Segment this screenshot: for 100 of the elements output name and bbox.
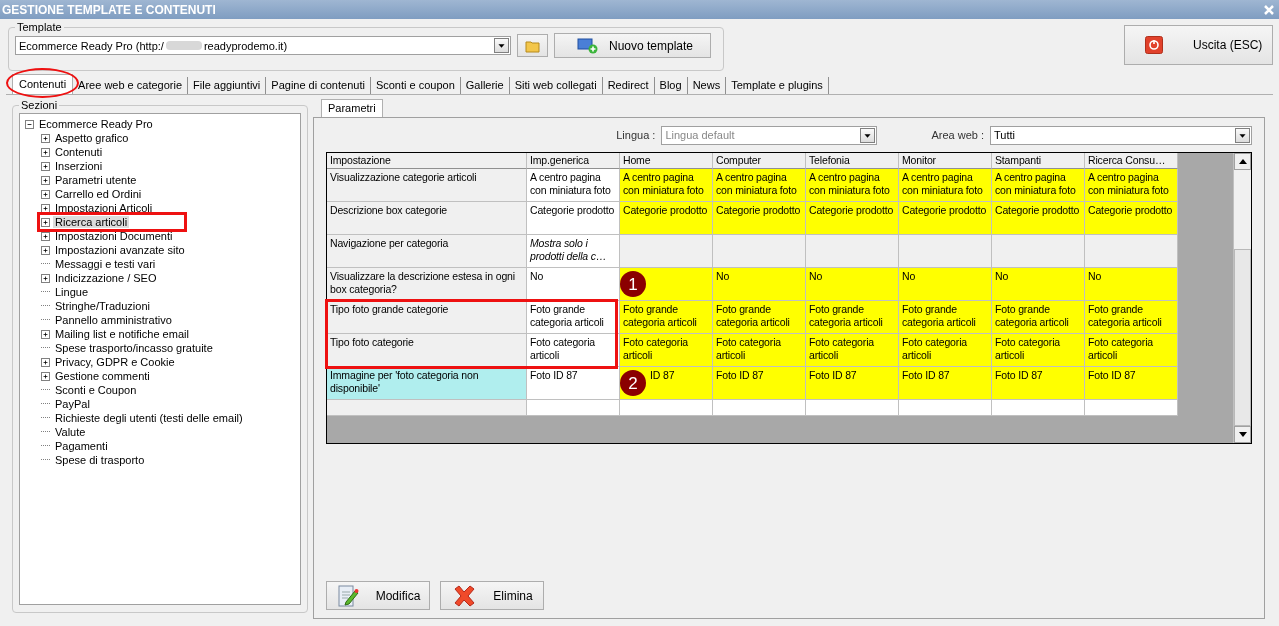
table-cell[interactable] bbox=[527, 400, 620, 416]
scrollbar[interactable] bbox=[1233, 153, 1251, 443]
table-cell[interactable] bbox=[899, 235, 992, 268]
expand-icon[interactable] bbox=[41, 371, 50, 381]
tree-item[interactable]: Gestione commenti bbox=[53, 370, 152, 382]
table-cell[interactable]: No bbox=[899, 268, 992, 301]
close-icon[interactable] bbox=[1263, 3, 1275, 16]
tree-item[interactable]: Pagamenti bbox=[53, 440, 110, 452]
table-cell[interactable] bbox=[1085, 400, 1178, 416]
setting-cell[interactable]: Tipo foto categorie bbox=[327, 334, 527, 367]
expand-icon[interactable] bbox=[41, 357, 50, 367]
table-cell[interactable]: Foto categoria articoli bbox=[713, 334, 806, 367]
column-header[interactable]: Home bbox=[620, 153, 713, 169]
tree-item[interactable]: Parametri utente bbox=[53, 174, 139, 186]
tree-item[interactable]: PayPal bbox=[53, 398, 92, 410]
table-cell[interactable]: Foto ID 87 bbox=[527, 367, 620, 400]
new-template-button[interactable]: Nuovo template bbox=[554, 33, 711, 58]
expand-icon[interactable] bbox=[41, 147, 50, 157]
expand-icon[interactable] bbox=[41, 245, 50, 255]
tree-item[interactable]: Impostazioni Articoli bbox=[53, 202, 155, 214]
table-cell[interactable]: 1 bbox=[620, 268, 713, 301]
table-cell[interactable] bbox=[1085, 235, 1178, 268]
dropdown-button[interactable] bbox=[1235, 127, 1250, 143]
table-cell[interactable]: Mostra solo i prodotti della c… bbox=[527, 235, 620, 268]
table-cell[interactable] bbox=[713, 235, 806, 268]
table-cell[interactable]: Foto categoria articoli bbox=[620, 334, 713, 367]
tree-item[interactable]: Valute bbox=[53, 426, 88, 438]
expand-icon[interactable] bbox=[41, 161, 50, 171]
tab[interactable]: Pagine di contenuti bbox=[266, 77, 371, 94]
table-cell[interactable]: A centro pagina con miniatura foto bbox=[899, 169, 992, 202]
tab[interactable]: Sconti e coupon bbox=[370, 77, 461, 94]
table-cell[interactable]: Foto grande categoria articoli bbox=[899, 301, 992, 334]
setting-cell[interactable]: Visualizzazione categorie articoli bbox=[327, 169, 527, 202]
scroll-up-icon[interactable] bbox=[1238, 159, 1247, 164]
tree-item[interactable]: Impostazioni avanzate sito bbox=[53, 244, 187, 256]
table-cell[interactable]: 2 ID 87 bbox=[620, 367, 713, 400]
column-header[interactable]: Impostazione bbox=[327, 153, 527, 169]
tab[interactable]: Aree web e categorie bbox=[73, 77, 189, 94]
tree-item[interactable]: Inserzioni bbox=[53, 160, 105, 172]
tab[interactable]: Parametri bbox=[321, 99, 383, 117]
column-header[interactable]: Stampanti bbox=[992, 153, 1085, 169]
scroll-down-icon[interactable] bbox=[1238, 432, 1247, 437]
table-cell[interactable]: Foto categoria articoli bbox=[1085, 334, 1178, 367]
expand-icon[interactable] bbox=[41, 133, 50, 143]
expand-icon[interactable] bbox=[41, 203, 50, 213]
table-cell[interactable]: Foto categoria articoli bbox=[806, 334, 899, 367]
tree-item[interactable]: Lingue bbox=[53, 286, 91, 298]
tree-item[interactable]: Impostazioni Documenti bbox=[53, 230, 175, 242]
table-cell[interactable]: Categorie prodotto bbox=[527, 202, 620, 235]
tree-item[interactable]: Carrello ed Ordini bbox=[53, 188, 144, 200]
template-select[interactable]: Ecommerce Ready Pro (http:/ readyprodemo.it) bbox=[15, 36, 511, 55]
table-cell[interactable]: Foto grande categoria articoli bbox=[806, 301, 899, 334]
table-cell[interactable]: Foto grande categoria articoli bbox=[1085, 301, 1178, 334]
edit-button[interactable]: Modifica bbox=[326, 581, 430, 610]
tab[interactable]: Contenuti bbox=[12, 74, 74, 94]
table-cell[interactable] bbox=[620, 235, 713, 268]
table-cell[interactable] bbox=[992, 400, 1085, 416]
table-cell[interactable]: A centro pagina con miniatura foto bbox=[527, 169, 620, 202]
table-cell[interactable]: Foto categoria articoli bbox=[992, 334, 1085, 367]
expand-icon[interactable] bbox=[41, 231, 50, 241]
setting-cell[interactable]: Tipo foto grande categorie bbox=[327, 301, 527, 334]
table-cell[interactable]: A centro pagina con miniatura foto bbox=[806, 169, 899, 202]
tree-item[interactable]: Pannello amministrativo bbox=[53, 314, 174, 326]
table-cell[interactable]: No bbox=[992, 268, 1085, 301]
expand-icon[interactable] bbox=[41, 175, 50, 185]
tab[interactable]: Blog bbox=[654, 77, 688, 94]
table-cell[interactable]: Foto ID 87 bbox=[806, 367, 899, 400]
tab[interactable]: News bbox=[687, 77, 727, 94]
table-cell[interactable]: A centro pagina con miniatura foto bbox=[620, 169, 713, 202]
tree-item[interactable]: Sconti e Coupon bbox=[53, 384, 139, 396]
table-cell[interactable] bbox=[992, 235, 1085, 268]
table-cell[interactable]: Foto ID 87 bbox=[713, 367, 806, 400]
tree-item[interactable]: Spese di trasporto bbox=[53, 454, 147, 466]
table-cell[interactable]: Categorie prodotto bbox=[806, 202, 899, 235]
expand-icon[interactable] bbox=[41, 273, 50, 283]
dropdown-button[interactable] bbox=[860, 127, 876, 143]
table-cell[interactable]: Foto ID 87 bbox=[899, 367, 992, 400]
tab[interactable]: Redirect bbox=[602, 77, 655, 94]
table-cell[interactable]: Foto categoria articoli bbox=[527, 334, 620, 367]
column-header[interactable]: Monitor bbox=[899, 153, 992, 169]
table-cell[interactable]: No bbox=[1085, 268, 1178, 301]
table-cell[interactable] bbox=[713, 400, 806, 416]
table-cell[interactable]: Foto grande categoria articoli bbox=[992, 301, 1085, 334]
table-cell[interactable] bbox=[899, 400, 992, 416]
table-cell[interactable]: A centro pagina con miniatura foto bbox=[992, 169, 1085, 202]
column-header[interactable]: Imp.generica bbox=[527, 153, 620, 169]
tree-item[interactable]: Privacy, GDPR e Cookie bbox=[53, 356, 177, 368]
table-cell[interactable]: A centro pagina con miniatura foto bbox=[1085, 169, 1178, 202]
table-cell[interactable]: Foto categoria articoli bbox=[899, 334, 992, 367]
tree-item[interactable]: Ricerca articoli bbox=[53, 216, 130, 228]
area-select[interactable]: Tutti bbox=[990, 125, 1252, 145]
tree-item[interactable]: Mailing list e notifiche email bbox=[53, 328, 191, 340]
tab[interactable]: Template e plugins bbox=[726, 77, 829, 94]
column-header[interactable]: Telefonia bbox=[806, 153, 899, 169]
expand-icon[interactable] bbox=[41, 329, 50, 339]
table-cell[interactable] bbox=[806, 235, 899, 268]
table-cell[interactable]: Categorie prodotto bbox=[620, 202, 713, 235]
table-cell[interactable]: No bbox=[527, 268, 620, 301]
tree-item[interactable]: Ecommerce Ready Pro bbox=[37, 118, 155, 130]
tab[interactable]: Gallerie bbox=[460, 77, 510, 94]
